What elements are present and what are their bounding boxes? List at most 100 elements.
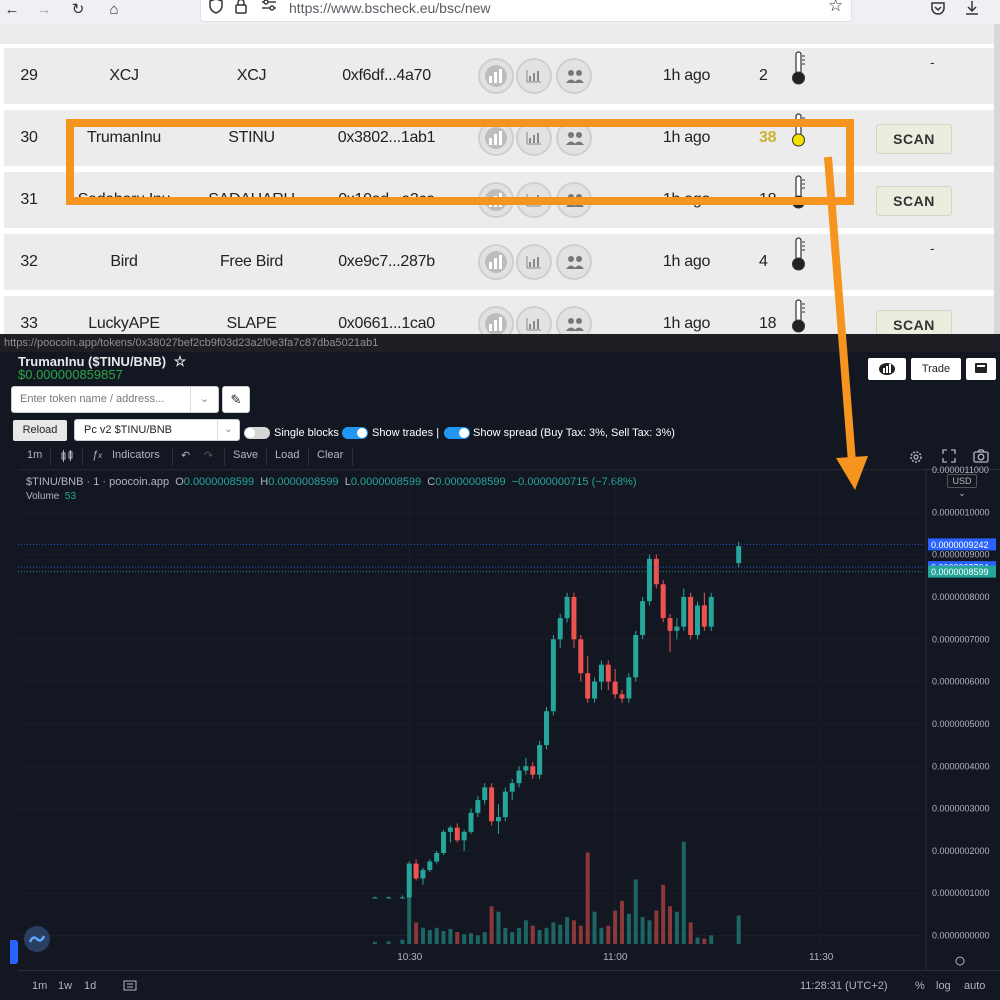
candle-body (413, 863, 419, 879)
volume-bar (592, 911, 597, 944)
volume-bar (462, 934, 467, 944)
shield-icon[interactable] (209, 0, 223, 17)
scan-button[interactable]: SCAN (876, 124, 952, 154)
lock-icon[interactable] (235, 0, 247, 17)
candle-body (598, 664, 604, 682)
volume-bar (702, 938, 707, 944)
chart-link-icon[interactable] (478, 58, 514, 94)
candle-body (427, 861, 433, 870)
volume-bar (565, 917, 570, 944)
chevron-down-icon[interactable]: ⌄ (217, 420, 239, 440)
tradingview-logo-icon[interactable] (24, 926, 50, 952)
candle-body (523, 766, 529, 771)
token-name[interactable]: Bird (64, 234, 184, 290)
token-address[interactable]: 0xe9c7...287b (324, 234, 449, 290)
percent-scale-button[interactable]: % (915, 980, 925, 992)
holders-link-icon[interactable] (556, 58, 592, 94)
volume-bar (674, 911, 679, 944)
stats-link-icon[interactable] (516, 244, 552, 280)
token-search-input[interactable]: Enter token name / address... ⌄ (11, 386, 219, 413)
address-bar[interactable]: https://www.bscheck.eu/bsc/new ☆ (200, 0, 852, 22)
candle-body (434, 853, 440, 862)
volume-bar (427, 930, 432, 944)
single-blocks-toggle[interactable] (244, 427, 270, 439)
range-1m-button[interactable]: 1m (32, 980, 47, 992)
volume-bar (510, 932, 515, 944)
thermometer-icon (790, 50, 808, 86)
chart-link-icon[interactable] (478, 244, 514, 280)
reload-icon[interactable]: ↻ (66, 0, 90, 22)
range-1d-button[interactable]: 1d (84, 980, 96, 992)
candle-body (681, 596, 687, 627)
forward-icon[interactable]: → (32, 0, 56, 22)
reload-button[interactable]: Reload (13, 420, 67, 441)
candle-body (557, 618, 563, 640)
volume-bar (372, 941, 377, 944)
y-tick-label: 0.0000001000 (932, 888, 990, 898)
stats-link-icon[interactable] (516, 306, 552, 334)
candle-body (640, 601, 646, 636)
volume-bar (537, 930, 542, 944)
table-row[interactable]: 29 XCJ XCJ 0xf6df...4a70 1h ago 2- (4, 48, 994, 104)
candle-body (578, 639, 584, 674)
candle-body (420, 869, 426, 879)
bookmark-star-icon[interactable]: ☆ (828, 0, 843, 16)
volume-bar (585, 852, 590, 944)
table-row[interactable]: 32 Bird Free Bird 0xe9c7...287b 1h ago 4- (4, 234, 994, 290)
volume-bar (469, 933, 473, 944)
scan-unavailable: - (930, 54, 935, 70)
log-scale-button[interactable]: log (936, 980, 951, 992)
url-text[interactable]: https://www.bscheck.eu/bsc/new (289, 0, 491, 16)
download-icon[interactable] (960, 0, 984, 22)
show-spread-toggle[interactable] (444, 427, 470, 439)
volume-bar (386, 941, 391, 944)
pair-select[interactable]: Pc v2 $TINU/BNB ⌄ (74, 419, 240, 441)
volume-bar (489, 906, 494, 944)
sidebar-expand-tab[interactable] (10, 940, 18, 964)
candle-body (537, 745, 543, 775)
back-icon[interactable]: ← (0, 0, 24, 22)
candlestick-chart[interactable]: 0.00000110000.00000100000.00000090000.00… (18, 444, 1000, 970)
chart-clock[interactable]: 11:28:31 (UTC+2) (800, 980, 888, 992)
table-row[interactable]: 33 LuckyAPE SLAPE 0x0661...1ca0 1h ago 18 SCAN (4, 296, 994, 334)
chart-view-button[interactable] (868, 358, 906, 380)
home-icon[interactable]: ⌂ (102, 0, 126, 22)
token-name[interactable]: LuckyAPE (64, 296, 184, 334)
token-address[interactable]: 0x0661...1ca0 (324, 296, 449, 334)
volume-bar (496, 911, 501, 944)
trade-button[interactable]: Trade (911, 358, 961, 380)
wallet-button[interactable] (966, 358, 996, 380)
candle-body (667, 618, 673, 631)
pocket-icon[interactable] (926, 0, 950, 22)
sun-settings-icon (955, 956, 965, 966)
volume-bar (414, 922, 419, 944)
table-row-partial (0, 24, 1000, 44)
show-trades-toggle[interactable] (342, 427, 368, 439)
chevron-down-icon[interactable]: ⌄ (190, 387, 218, 412)
candle-body (530, 766, 536, 775)
volume-bar (571, 920, 576, 944)
chart-link-icon[interactable] (478, 306, 514, 334)
permissions-icon[interactable] (261, 0, 277, 15)
scan-button[interactable]: SCAN (876, 186, 952, 216)
volume-bar (654, 910, 659, 944)
date-range-icon[interactable] (123, 980, 139, 995)
scan-button[interactable]: SCAN (876, 310, 952, 334)
candle-body (592, 681, 598, 699)
token-name[interactable]: XCJ (64, 48, 184, 104)
range-1w-button[interactable]: 1w (58, 980, 72, 992)
show-spread-label: Show spread (Buy Tax: 3%, Sell Tax: 3%) (473, 427, 675, 439)
holders-link-icon[interactable] (556, 244, 592, 280)
candle-body (695, 605, 700, 636)
token-address[interactable]: 0xf6df...4a70 (324, 48, 449, 104)
stats-link-icon[interactable] (516, 58, 552, 94)
scrollbar[interactable] (994, 24, 1000, 334)
y-tick-label: 0.0000002000 (932, 846, 990, 856)
auto-scale-button[interactable]: auto (964, 980, 985, 992)
edit-icon[interactable]: ✎ (222, 386, 250, 413)
volume-bar (455, 932, 460, 944)
holders-link-icon[interactable] (556, 306, 592, 334)
token-age: 1h ago (662, 315, 711, 332)
candle-body (495, 817, 501, 822)
favorite-star-icon[interactable]: ☆ (174, 353, 187, 369)
